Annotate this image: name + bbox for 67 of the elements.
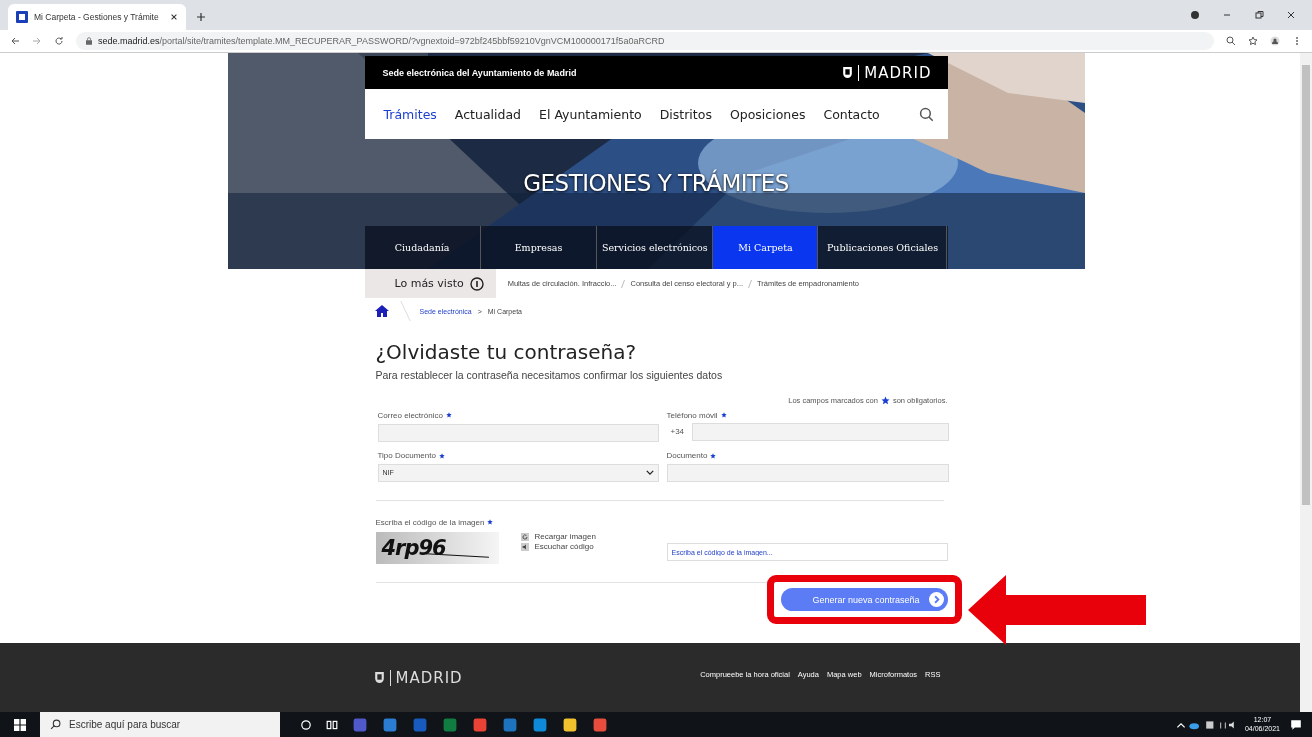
- shield-icon: [373, 671, 385, 684]
- url-text: sede.madrid.es/portal/site/tramites/template.MM_RECUPERAR_PASSWORD/?vgnextoid=972bf245bbf59210VgnVCM100000171f5a0aRCRD: [98, 36, 665, 46]
- nav-link[interactable]: Trámites: [383, 106, 437, 122]
- app-icon[interactable]: [562, 716, 578, 733]
- most-viewed-label: Lo más visto: [394, 277, 464, 290]
- app-icon[interactable]: [592, 716, 608, 733]
- required-star-icon: [880, 396, 890, 405]
- madrid-logo[interactable]: MADRID: [373, 668, 463, 687]
- field-label: Escriba el código de la imagen: [375, 517, 485, 527]
- input-field[interactable]: [692, 423, 949, 441]
- account-icon[interactable]: [1270, 36, 1280, 46]
- site-name: Sede electrónica del Ayuntamiento de Madrid: [382, 67, 577, 78]
- input-field[interactable]: [377, 423, 659, 442]
- madrid-logo[interactable]: MADRID: [842, 63, 932, 82]
- generate-password-button[interactable]: Generar nueva contraseña: [780, 588, 948, 611]
- windows-start-icon[interactable]: [14, 718, 26, 731]
- page-title: ¿Olvidaste tu contraseña?: [375, 340, 638, 364]
- field-label: Teléfono móvil: [666, 410, 718, 420]
- back-icon[interactable]: [10, 36, 20, 46]
- favicon-icon: [16, 11, 28, 23]
- listen-code-link[interactable]: Escuchar código: [534, 542, 594, 551]
- restore-icon[interactable]: [1254, 10, 1264, 20]
- captcha-image: 4rp96: [375, 532, 499, 564]
- search-icon[interactable]: [918, 106, 934, 122]
- separator-icon: [621, 279, 626, 288]
- nav-link[interactable]: El Ayuntamiento: [539, 106, 642, 122]
- info-icon: [469, 276, 484, 291]
- lock-icon: [86, 37, 92, 45]
- notification-icon[interactable]: [1290, 718, 1302, 731]
- page-subtitle: Para restablecer la contraseña necesitamos confirmar los siguientes datos: [375, 369, 724, 381]
- app-icon[interactable]: [532, 716, 548, 733]
- shield-icon: [842, 66, 854, 79]
- new-tab-icon[interactable]: [196, 12, 206, 22]
- phone-prefix: +34: [669, 426, 686, 436]
- reload-icon[interactable]: [520, 532, 529, 541]
- field-label: Tipo Documento: [377, 451, 436, 460]
- nav-link[interactable]: Oposiciones: [729, 106, 806, 122]
- nav-link[interactable]: Contacto: [823, 106, 880, 122]
- reload-icon[interactable]: [54, 36, 64, 46]
- nav-link[interactable]: Distritos: [659, 106, 712, 122]
- nav-link[interactable]: Actualidad: [454, 106, 522, 122]
- browser-tab[interactable]: Mi Carpeta - Gestiones y Trámite: [8, 4, 186, 30]
- tray-icons[interactable]: [1174, 718, 1235, 731]
- home-icon[interactable]: [374, 305, 389, 317]
- profile-icon[interactable]: [1190, 10, 1200, 20]
- taskbar-search-field[interactable]: Escribe aquí para buscar: [40, 712, 280, 737]
- scrollbar[interactable]: [1300, 53, 1312, 712]
- chevron-circle-icon: [928, 592, 944, 607]
- tab-title: Mi Carpeta - Gestiones y Trámite: [34, 12, 160, 22]
- zoom-icon[interactable]: [1226, 36, 1236, 46]
- section-tab[interactable]: Mi Carpeta: [713, 226, 819, 269]
- speaker-icon[interactable]: [520, 542, 529, 551]
- reload-image-link[interactable]: Recargar imagen: [534, 532, 596, 541]
- separator-icon: [748, 279, 753, 288]
- banner-title: GESTIONES Y TRÁMITES: [522, 170, 790, 196]
- dropdown-chevron-icon: [645, 470, 654, 475]
- field-label: Documento: [666, 451, 708, 460]
- cortana-icon[interactable]: [300, 718, 312, 731]
- close-icon[interactable]: [170, 13, 178, 21]
- close-icon[interactable]: [1286, 10, 1296, 20]
- task-view-icon[interactable]: [326, 718, 338, 731]
- address-bar[interactable]: sede.madrid.es/portal/site/tramites/template.MM_RECUPERAR_PASSWORD/?vgnextoid=972bf245bbf59210VgnVCM100000171f5a0aRCRD: [76, 32, 1214, 50]
- search-icon: [50, 719, 61, 730]
- app-icon[interactable]: [472, 716, 488, 733]
- star-icon[interactable]: [1248, 36, 1258, 46]
- input-field[interactable]: [666, 464, 949, 482]
- field-label: Correo electrónico: [377, 410, 443, 420]
